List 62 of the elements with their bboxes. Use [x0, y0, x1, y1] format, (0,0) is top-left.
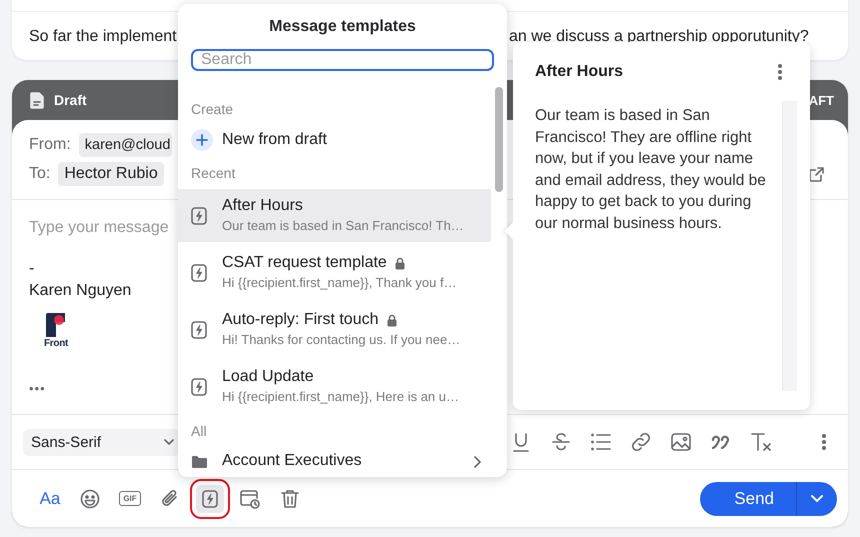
- recipient-chip[interactable]: Hector Rubio: [58, 162, 164, 186]
- text-format-button[interactable]: Aa: [36, 484, 64, 512]
- send-button[interactable]: Send: [700, 482, 837, 516]
- draft-status: AFT: [808, 92, 834, 108]
- logo-text: Front: [44, 338, 68, 349]
- document-icon: [30, 92, 44, 108]
- preview-body: Our team is based in San Francisco! They are offline right now, but if you leave your name and email address, they would be happy to get back to you during our normal business hours.: [534, 106, 767, 234]
- folder-icon: [191, 455, 208, 469]
- template-item[interactable]: Load Update Hi {{recipient.first_name}}, Here is an u…: [178, 360, 491, 413]
- logo-icon: [45, 312, 68, 338]
- section-label: All: [190, 422, 208, 441]
- sender-chip[interactable]: karen@cloud: [78, 133, 172, 157]
- gif-button[interactable]: GIF: [116, 484, 144, 512]
- template-item[interactable]: After Hours Our team is based in San Francisco! Th…: [178, 189, 491, 242]
- message-text: So far the implement: [29, 27, 177, 47]
- template-preview-text: Hi {{recipient.first_name}}, Here is an u…: [222, 388, 460, 406]
- lightning-template-icon: [202, 490, 218, 508]
- external-link-icon[interactable]: [809, 166, 824, 182]
- template-preview-text: Hi {{recipient.first_name}}, Thank you f…: [222, 274, 458, 292]
- chevron-right-icon: [474, 456, 481, 468]
- font-dropdown[interactable]: Sans-Serif: [23, 428, 180, 456]
- template-title: After Hours: [222, 196, 303, 216]
- search-field[interactable]: Search: [191, 49, 494, 71]
- folder-item[interactable]: Account Executives: [178, 447, 491, 477]
- draft-title: Draft: [54, 92, 87, 108]
- template-title: Auto-reply: First touch: [222, 310, 378, 330]
- template-title: CSAT request template: [222, 253, 387, 273]
- more-vertical-icon[interactable]: [778, 64, 782, 80]
- lightning-template-icon: [191, 378, 207, 396]
- section-label: Create: [190, 100, 234, 119]
- preview-title: After Hours: [535, 63, 624, 81]
- section-label: Recent: [190, 164, 236, 183]
- link-icon[interactable]: [630, 431, 652, 453]
- new-template-item[interactable]: New from draft: [178, 125, 491, 155]
- signature-name: Karen Nguyen: [29, 281, 132, 301]
- template-button[interactable]: [196, 484, 224, 512]
- strikethrough-icon[interactable]: [550, 431, 572, 453]
- plus-icon: [191, 129, 213, 151]
- message-text: an we discuss a partnership opporutunity?: [509, 27, 809, 47]
- template-item[interactable]: Auto-reply: First touch Hi! Thanks for contacting us. If you nee…: [178, 303, 491, 356]
- template-title: Load Update: [222, 367, 314, 387]
- list-icon[interactable]: [590, 431, 612, 453]
- clear-format-icon[interactable]: [750, 431, 772, 453]
- chevron-down-icon: [811, 495, 823, 502]
- chevron-down-icon: [164, 439, 174, 445]
- to-label: To:: [29, 165, 50, 183]
- template-preview-text: Hi! Thanks for contacting us. If you nee…: [222, 331, 462, 349]
- image-icon[interactable]: [670, 431, 692, 453]
- lightning-template-icon: [191, 264, 207, 282]
- lightning-template-icon: [191, 320, 207, 338]
- template-preview-text: Our team is based in San Francisco! Th…: [222, 217, 465, 235]
- emoji-icon: [80, 488, 100, 508]
- scrollbar-thumb[interactable]: [495, 87, 503, 192]
- popup-title: Message templates: [268, 17, 417, 36]
- more-vertical-icon[interactable]: [822, 434, 826, 450]
- show-more-button[interactable]: •••: [29, 381, 46, 396]
- trash-icon: [281, 489, 299, 508]
- lightning-template-icon: [191, 206, 207, 224]
- signature-dash: -: [29, 259, 36, 279]
- calendar-clock-icon: [240, 488, 260, 508]
- template-item[interactable]: CSAT request template Hi {{recipient.first_name}}, Thank you f…: [178, 246, 491, 299]
- from-label: From:: [29, 136, 71, 154]
